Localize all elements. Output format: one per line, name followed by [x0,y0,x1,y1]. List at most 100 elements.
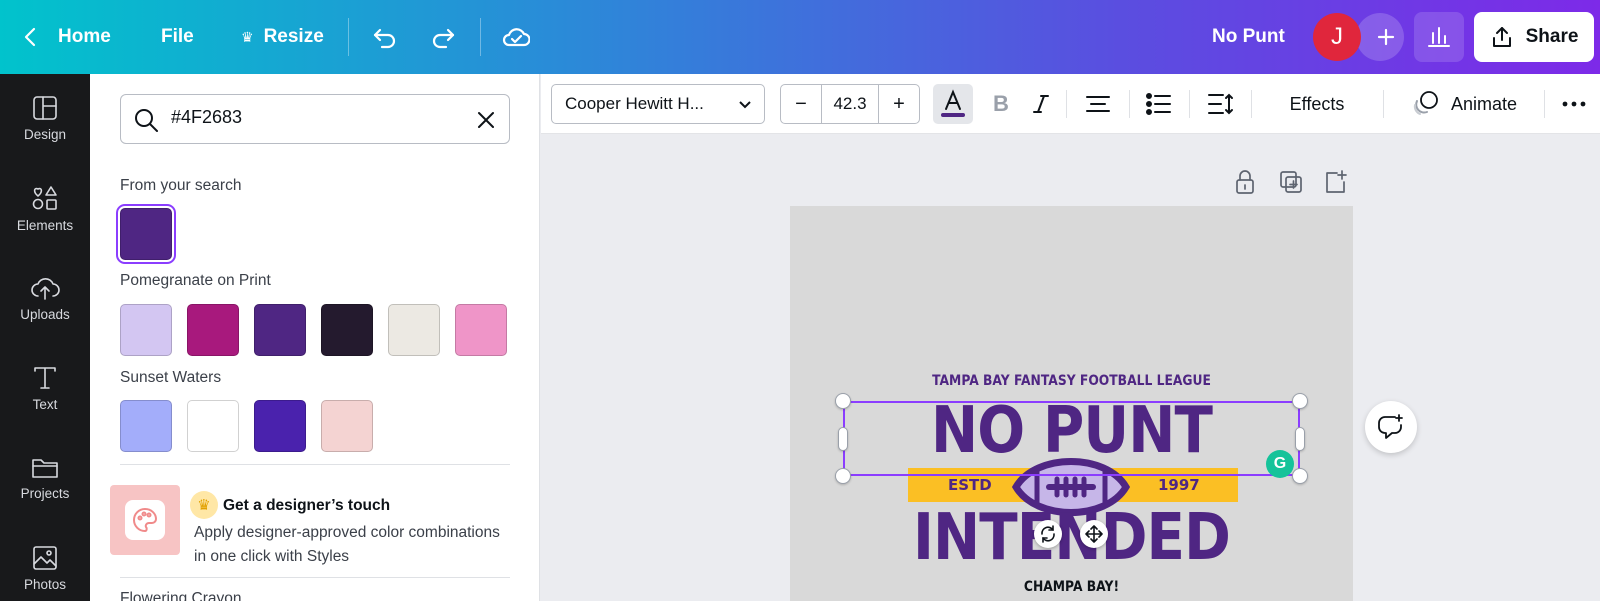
home-button[interactable]: Home [22,0,111,74]
align-center-icon [1086,96,1110,112]
share-button[interactable]: Share [1474,12,1594,62]
color-swatch[interactable] [120,304,172,356]
add-page-button[interactable] [1323,168,1349,196]
palette-swatches [120,400,373,452]
decrease-size-button[interactable]: − [781,85,821,123]
rail-item-text[interactable]: Text [0,348,90,428]
spacing-button[interactable] [1206,84,1236,124]
align-center-button[interactable] [1083,84,1113,124]
palette-name: Pomegranate on Print [120,272,271,289]
side-rail: Design Elements Uploads Text Projects Ph… [0,74,90,601]
rail-item-projects[interactable]: Projects [0,438,90,518]
more-options-button[interactable] [1559,84,1589,124]
italic-button[interactable] [1026,84,1056,124]
bold-button[interactable]: B [986,84,1016,124]
estd-text[interactable]: ESTD [948,476,992,494]
resize-handle-left[interactable] [838,427,848,451]
color-swatch[interactable] [254,304,306,356]
bullet-list-icon [1146,93,1171,115]
color-swatch[interactable] [187,304,239,356]
from-search-swatches [116,204,176,264]
text-color-button[interactable] [933,84,973,124]
line-spacing-icon [1208,93,1233,115]
styles-description: Apply designer-approved color combinatio… [194,524,500,565]
insights-button[interactable] [1414,12,1464,62]
rail-item-uploads[interactable]: Uploads [0,258,90,338]
color-search-input[interactable] [171,107,461,128]
undo-button[interactable] [372,0,398,74]
palette-swatches [120,304,507,356]
color-swatch[interactable] [321,304,373,356]
top-bar: Home File ♛ Resize No Punt J Share [0,0,1600,74]
color-swatch[interactable] [120,400,172,452]
resize-handle-bottom-left[interactable] [835,468,851,484]
resize-handle-top-left[interactable] [835,393,851,409]
effects-button[interactable]: Effects [1267,84,1367,124]
avatar[interactable]: J [1313,13,1361,61]
text-icon [34,366,56,389]
chevron-left-icon [24,27,36,47]
tagline-text[interactable]: CHAMPA BAY! [824,579,1319,595]
move-button[interactable] [1080,520,1108,548]
color-search-box[interactable] [120,94,510,144]
rail-label: Design [23,126,67,142]
clear-search-icon[interactable] [476,110,496,130]
color-swatch[interactable] [187,400,239,452]
palette-name: Flowering Crayon [120,590,242,601]
animate-label: Animate [1450,93,1518,114]
file-menu-button[interactable]: File [161,0,194,74]
undo-icon [373,28,396,49]
rail-item-elements[interactable]: Elements [0,168,90,248]
animate-button[interactable]: Animate [1399,84,1529,124]
topbar-divider [348,18,349,56]
animate-icon [1413,91,1438,115]
italic-icon [1033,95,1049,113]
rotate-icon [1041,525,1055,543]
increase-size-button[interactable]: + [879,85,919,123]
crown-icon: ♛ [241,28,254,45]
toolbar-divider [1129,90,1130,118]
plus-icon [1377,28,1395,46]
from-search-label: From your search [120,177,242,194]
add-comment-button[interactable] [1365,401,1417,453]
font-size-value[interactable]: 42.3 [821,85,879,123]
panel-divider [120,464,510,465]
rail-item-photos[interactable]: Photos [0,528,90,601]
panel-divider [120,577,510,578]
rail-label: Projects [20,485,70,501]
cloud-check-icon [502,28,530,47]
color-swatch[interactable] [455,304,507,356]
resize-handle-top-right[interactable] [1292,393,1308,409]
color-swatch[interactable] [254,400,306,452]
lock-button[interactable] [1232,168,1258,196]
color-swatch[interactable] [116,204,176,264]
add-collaborator-button[interactable] [1356,13,1404,61]
list-button[interactable] [1144,84,1174,124]
toolbar-divider [1066,90,1067,118]
year-text[interactable]: 1997 [1158,476,1200,494]
resize-handle-bottom-right[interactable] [1292,468,1308,484]
resize-handle-right[interactable] [1295,427,1305,451]
duplicate-page-button[interactable] [1278,168,1304,196]
document-title[interactable]: No Punt [1212,0,1285,74]
league-text[interactable]: TAMPA BAY FANTASY FOOTBALL LEAGUE [824,373,1319,389]
palette-name: Sunset Waters [120,369,222,386]
color-swatch[interactable] [388,304,440,356]
title-intended[interactable]: INTENDED [824,501,1319,575]
rail-item-design[interactable]: Design [0,78,90,158]
styles-promo-card[interactable]: ♛ Get a designer’s touch Apply designer-… [110,485,520,565]
font-family-select[interactable]: Cooper Hewitt H... [551,84,765,124]
rotate-button[interactable] [1034,520,1062,548]
grammarly-icon[interactable]: G [1266,450,1294,478]
crown-icon: ♛ [190,491,218,519]
color-swatch[interactable] [321,400,373,452]
duplicate-icon [1280,171,1302,193]
redo-button[interactable] [430,0,456,74]
save-status-button[interactable] [502,0,530,74]
resize-button[interactable]: ♛ Resize [241,0,324,74]
palette-icon [133,507,158,533]
design-icon [33,95,57,120]
document-title-text: No Punt [1212,26,1285,47]
more-icon [1562,101,1586,107]
color-panel: From your search Pomegranate on Print Su… [90,74,540,601]
